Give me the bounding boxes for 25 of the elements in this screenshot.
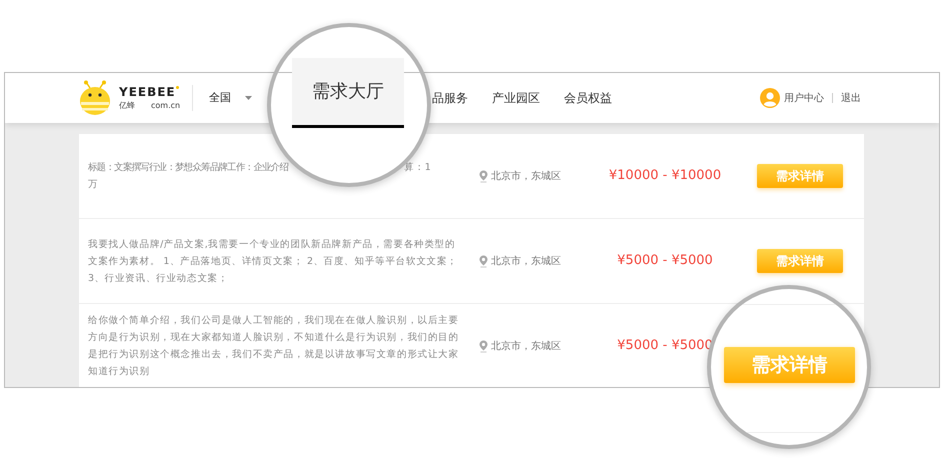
location-text: 北京市，东城区 xyxy=(491,340,561,354)
logout-link[interactable]: 退出 xyxy=(841,90,861,106)
nav-link[interactable]: 品服务 xyxy=(432,89,468,107)
nav-tab[interactable]: 需求大厅 xyxy=(292,58,404,128)
price-range: ¥5000 - ¥5000 xyxy=(616,252,714,270)
region-select[interactable]: 全国 xyxy=(209,90,252,106)
location-text: 北京市，东城区 xyxy=(491,254,561,268)
user-center-link[interactable]: 用户中心 xyxy=(784,90,824,106)
description-text: 标题：文案撰写行业：梦想众筹品牌工作：企业介绍 xyxy=(88,161,288,175)
description-text: 万 xyxy=(88,179,98,190)
logo-domain: com.cn xyxy=(151,102,180,110)
logo-chinese-name: 亿蜂 xyxy=(119,102,135,110)
caret-icon xyxy=(245,96,252,100)
location-text: 北京市，东城区 xyxy=(491,170,561,184)
location-pin-icon xyxy=(479,340,488,352)
logo-wordmark: YEEBEE xyxy=(119,85,176,99)
price-range: ¥10000 - ¥10000 xyxy=(608,167,722,186)
description-text: 给你做个简单介绍，我们公司是做人工智能的，我们现在在做人脸识别，以后主要方向是行为识别，现在大家都知道人脸识别，不知道什么是行为识别，我们的目的是把行为识别这个概念推出去，我们不卖产品，就是以讲故事写文章的形式让大家知道行为识别 xyxy=(88,314,460,379)
user-avatar-icon[interactable] xyxy=(760,88,780,108)
location-pin-icon xyxy=(479,254,488,268)
bee-logo-icon xyxy=(79,80,111,116)
nav-link[interactable]: 会员权益 xyxy=(564,89,612,107)
location-pin-icon xyxy=(479,170,488,182)
nav-link[interactable]: 产业园区 xyxy=(492,89,540,107)
description-text: 我要找人做品牌/产品文案,我需要一个专业的团队新品牌新产品，需要各种类型的文案作为素材。 1、产品落地页、详情页文案； 2、百度、知乎等平台软文文案； 3、行业资讯、行业动态文案； xyxy=(88,238,459,286)
